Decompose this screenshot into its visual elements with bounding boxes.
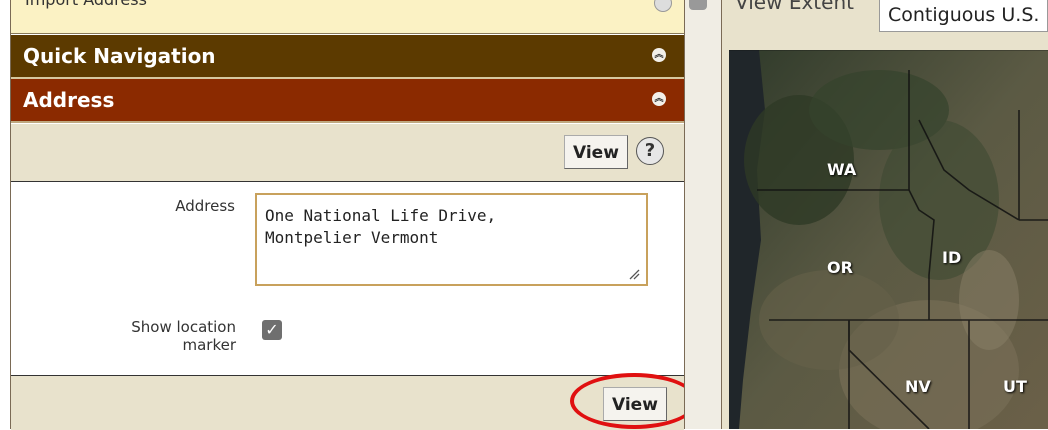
import-address-panel-header[interactable]: Import Address bbox=[11, 0, 684, 34]
view-extent-label: View Extent bbox=[735, 0, 854, 14]
map-label-nv: NV bbox=[905, 377, 931, 396]
quick-navigation-title: Quick Navigation bbox=[23, 44, 216, 68]
map-label-wa: WA bbox=[827, 160, 857, 179]
quick-navigation-header[interactable]: Quick Navigation ︽ bbox=[11, 35, 684, 79]
address-value-line1: One National Life Drive, bbox=[265, 206, 497, 225]
address-header[interactable]: Address ︽ bbox=[11, 79, 684, 123]
map-label-or: OR bbox=[827, 258, 853, 277]
address-value-line2: Montpelier Vermont bbox=[265, 228, 439, 247]
map-pane-border bbox=[721, 0, 722, 429]
checkbox-check-icon: ✓ bbox=[265, 320, 279, 339]
panel-splitter[interactable] bbox=[685, 0, 721, 429]
resize-grip-icon[interactable] bbox=[628, 268, 640, 280]
help-icon[interactable]: ? bbox=[636, 137, 664, 165]
map-label-id: ID bbox=[942, 248, 962, 267]
highlight-oval bbox=[570, 373, 698, 429]
map-label-ut: UT bbox=[1003, 377, 1027, 396]
map-terrain bbox=[729, 50, 1048, 429]
show-marker-label: Show location marker bbox=[80, 318, 236, 354]
satellite-map[interactable]: WA ID OR NV UT bbox=[729, 50, 1048, 429]
address-title: Address bbox=[23, 88, 115, 112]
show-marker-label-line2: marker bbox=[182, 336, 236, 354]
collapse-chevron-icon[interactable]: ︽ bbox=[652, 48, 666, 62]
splitter-tab[interactable] bbox=[689, 0, 707, 10]
import-address-label: Import Address bbox=[25, 0, 147, 9]
show-marker-label-line1: Show location bbox=[131, 318, 236, 336]
show-marker-checkbox[interactable]: ✓ bbox=[262, 320, 282, 340]
view-button-top[interactable]: View bbox=[564, 135, 628, 169]
collapse-chevron-icon[interactable] bbox=[654, 0, 672, 12]
address-textarea[interactable]: One National Life Drive, Montpelier Verm… bbox=[255, 193, 648, 286]
view-extent-select[interactable]: Contiguous U.S. bbox=[879, 0, 1048, 32]
collapse-chevron-icon[interactable]: ︽ bbox=[652, 92, 666, 106]
address-field-label: Address bbox=[175, 197, 235, 215]
address-toolbar-top: View ? bbox=[11, 124, 684, 182]
